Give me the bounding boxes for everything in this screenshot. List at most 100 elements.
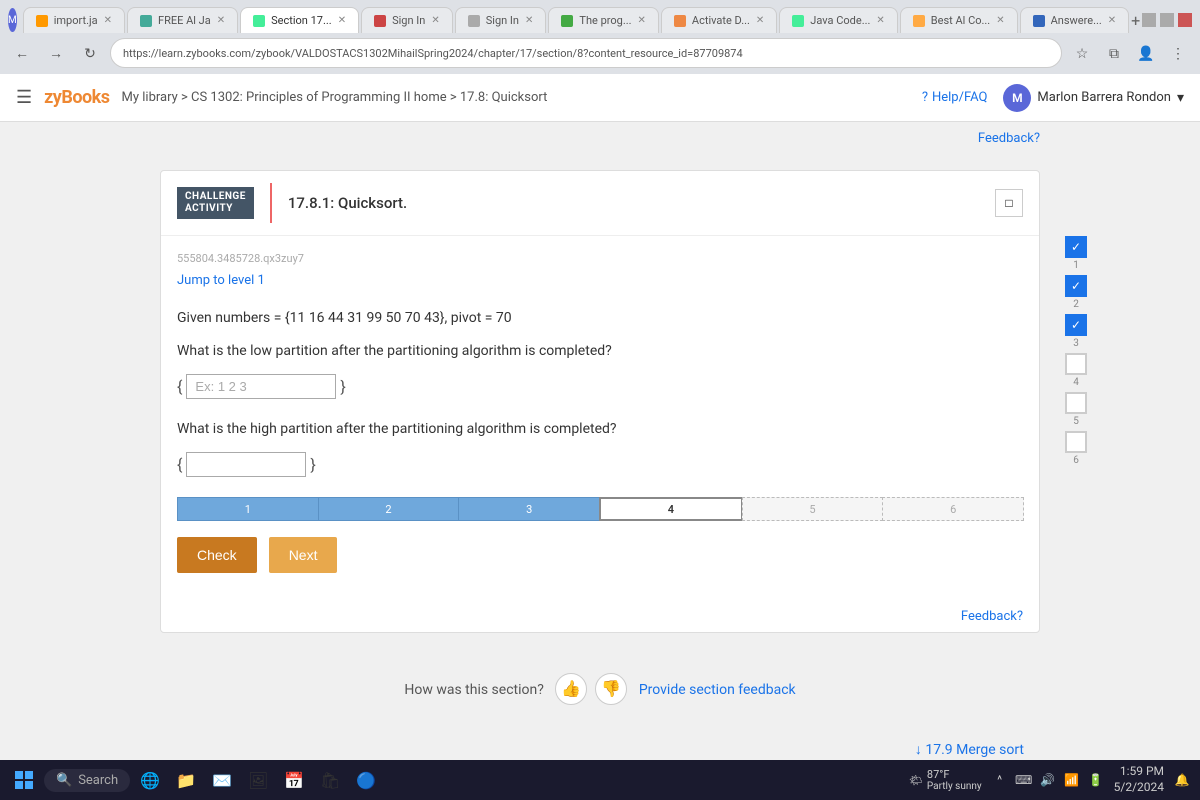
taskbar-search-bar[interactable]: 🔍 Search bbox=[44, 769, 130, 792]
thumbs-down-button[interactable]: 👎 bbox=[595, 673, 627, 705]
page-wrapper: ☰ zyBooks My library > CS 1302: Principl… bbox=[0, 74, 1200, 760]
tab-activated[interactable]: Activate D... ✕ bbox=[661, 7, 777, 33]
thumbs-up-button[interactable]: 👍 bbox=[555, 673, 587, 705]
tab-close-icon[interactable]: ✕ bbox=[638, 15, 646, 26]
notification-icon[interactable]: 🔔 bbox=[1172, 770, 1192, 790]
taskbar-edge-icon[interactable]: 🌐 bbox=[134, 764, 166, 796]
high-partition-input[interactable] bbox=[186, 452, 306, 477]
bookmark-star-button[interactable]: ☆ bbox=[1068, 39, 1096, 67]
keyboard-icon[interactable]: ⌨ bbox=[1014, 770, 1034, 790]
tab-javacode[interactable]: Java Code... ✕ bbox=[779, 7, 898, 33]
hamburger-menu-button[interactable]: ☰ bbox=[16, 87, 32, 108]
tab-section17[interactable]: Section 17... ✕ bbox=[240, 7, 359, 33]
forward-button[interactable]: → bbox=[42, 39, 70, 67]
settings-button[interactable]: ⋮ bbox=[1164, 39, 1192, 67]
progress-segment-2[interactable]: 2 bbox=[318, 497, 460, 521]
level-1-checkbox[interactable]: ✓ bbox=[1065, 236, 1087, 258]
progress-segment-1[interactable]: 1 bbox=[177, 497, 319, 521]
taskbar-mail-icon[interactable]: ✉️ bbox=[206, 764, 238, 796]
feedback-bottom-link[interactable]: Feedback? bbox=[161, 601, 1039, 632]
question1-text: Given numbers = {11 16 44 31 99 50 70 43… bbox=[177, 308, 1023, 329]
minimize-card-button[interactable]: □ bbox=[995, 189, 1023, 217]
taskbar-calendar-icon[interactable]: 📅 bbox=[278, 764, 310, 796]
tab-favicon bbox=[674, 15, 686, 27]
tab-close-icon[interactable]: ✕ bbox=[876, 15, 884, 26]
back-button[interactable]: ← bbox=[8, 39, 36, 67]
taskbar-files-icon[interactable]: 📁 bbox=[170, 764, 202, 796]
tab-close-icon[interactable]: ✕ bbox=[1108, 15, 1116, 26]
progress-segment-4[interactable]: 4 bbox=[599, 497, 743, 521]
volume-icon[interactable]: 🔊 bbox=[1038, 770, 1058, 790]
header-divider bbox=[270, 183, 272, 223]
tab-label: import.ja bbox=[54, 14, 98, 27]
level-item-4: 4 bbox=[1065, 353, 1087, 388]
check-button[interactable]: Check bbox=[177, 537, 257, 573]
level-6-checkbox[interactable] bbox=[1065, 431, 1087, 453]
level-4-checkbox[interactable] bbox=[1065, 353, 1087, 375]
toolbar-icons: ☆ ⧉ 👤 ⋮ bbox=[1068, 39, 1192, 67]
progress-segment-3[interactable]: 3 bbox=[458, 497, 600, 521]
taskbar: 🔍 Search 🌐 📁 ✉️ 🖼 📅 🛍 🔵 🌤 87°F Partly su… bbox=[0, 760, 1200, 800]
progress-segment-6[interactable]: 6 bbox=[882, 497, 1024, 521]
open-bracket-2: { bbox=[177, 455, 182, 474]
tab-importja[interactable]: import.ja ✕ bbox=[23, 7, 125, 33]
button-row: Check Next bbox=[177, 537, 1023, 573]
tab-close-icon[interactable]: ✕ bbox=[756, 15, 764, 26]
taskbar-search-label: Search bbox=[78, 773, 118, 788]
tab-signin2[interactable]: Sign In ✕ bbox=[455, 7, 547, 33]
progress-segment-5[interactable]: 5 bbox=[742, 497, 884, 521]
feedback-top: Feedback? bbox=[160, 122, 1040, 154]
chevron-down-icon: ▾ bbox=[1177, 90, 1184, 106]
window-controls: — □ ✕ bbox=[1142, 13, 1196, 27]
time-display[interactable]: 1:59 PM 5/2/2024 bbox=[1114, 764, 1164, 795]
low-partition-input-row: { } bbox=[177, 374, 1023, 399]
browser-profile-icon[interactable]: M bbox=[8, 8, 17, 32]
extension-button[interactable]: ⧉ bbox=[1100, 39, 1128, 67]
tab-close-icon[interactable]: ✕ bbox=[217, 15, 225, 26]
tab-theprog[interactable]: The prog... ✕ bbox=[548, 7, 659, 33]
tab-close-icon[interactable]: ✕ bbox=[431, 15, 439, 26]
minimize-window-button[interactable]: — bbox=[1142, 13, 1156, 27]
tab-close-icon[interactable]: ✕ bbox=[338, 15, 346, 26]
tab-freeal[interactable]: FREE Al Ja ✕ bbox=[127, 7, 238, 33]
level-indicators: ✓ 1 ✓ 2 ✓ 3 4 bbox=[1065, 236, 1087, 466]
tab-answered[interactable]: Answere... ✕ bbox=[1020, 7, 1130, 33]
taskbar-photos-icon[interactable]: 🖼 bbox=[242, 764, 274, 796]
progress-bar: 1 2 3 4 5 6 bbox=[177, 497, 1023, 521]
taskbar-store-icon[interactable]: 🛍 bbox=[314, 764, 346, 796]
tab-signin1[interactable]: Sign In ✕ bbox=[361, 7, 453, 33]
maximize-window-button[interactable]: □ bbox=[1160, 13, 1174, 27]
tab-label: Activate D... bbox=[692, 14, 750, 27]
level-5-checkbox[interactable] bbox=[1065, 392, 1087, 414]
profile-button[interactable]: 👤 bbox=[1132, 39, 1160, 67]
feedback-top-link[interactable]: Feedback? bbox=[978, 131, 1040, 146]
network-icon[interactable]: 📶 bbox=[1062, 770, 1082, 790]
jump-to-level-link[interactable]: Jump to level 1 bbox=[177, 273, 1023, 288]
low-partition-input[interactable] bbox=[186, 374, 336, 399]
section-feedback: How was this section? 👍 👎 Provide sectio… bbox=[160, 649, 1040, 729]
next-button[interactable]: Next bbox=[269, 537, 338, 573]
question-circle-icon: ? bbox=[922, 90, 928, 105]
chevron-up-icon[interactable]: ^ bbox=[990, 770, 1010, 790]
tab-close-icon[interactable]: ✕ bbox=[996, 15, 1004, 26]
next-section-link[interactable]: ↓ 17.9 Merge sort bbox=[160, 729, 1040, 760]
address-bar[interactable]: https://learn.zybooks.com/zybook/VALDOST… bbox=[110, 38, 1062, 68]
user-menu[interactable]: M Marlon Barrera Rondon ▾ bbox=[1003, 84, 1184, 112]
taskbar-app-icon[interactable]: 🔵 bbox=[350, 764, 382, 796]
close-window-button[interactable]: ✕ bbox=[1178, 13, 1192, 27]
search-icon: 🔍 bbox=[56, 773, 72, 788]
start-button[interactable] bbox=[8, 764, 40, 796]
help-faq-link[interactable]: ? Help/FAQ bbox=[922, 90, 988, 105]
new-tab-button[interactable]: + bbox=[1131, 6, 1140, 34]
level-3-checkbox[interactable]: ✓ bbox=[1065, 314, 1087, 336]
provide-feedback-link[interactable]: Provide section feedback bbox=[639, 682, 796, 698]
reload-button[interactable]: ↻ bbox=[76, 39, 104, 67]
battery-icon[interactable]: 🔋 bbox=[1086, 770, 1106, 790]
tab-bestalco[interactable]: Best Al Co... ✕ bbox=[900, 7, 1018, 33]
activity-id: 555804.3485728.qx3zuy7 bbox=[177, 252, 1023, 265]
tab-bar: M import.ja ✕ FREE Al Ja ✕ Section 17...… bbox=[0, 0, 1200, 34]
tab-close-icon[interactable]: ✕ bbox=[104, 15, 112, 26]
weather-icon: 🌤 bbox=[909, 774, 923, 787]
level-2-checkbox[interactable]: ✓ bbox=[1065, 275, 1087, 297]
tab-close-icon[interactable]: ✕ bbox=[525, 15, 533, 26]
